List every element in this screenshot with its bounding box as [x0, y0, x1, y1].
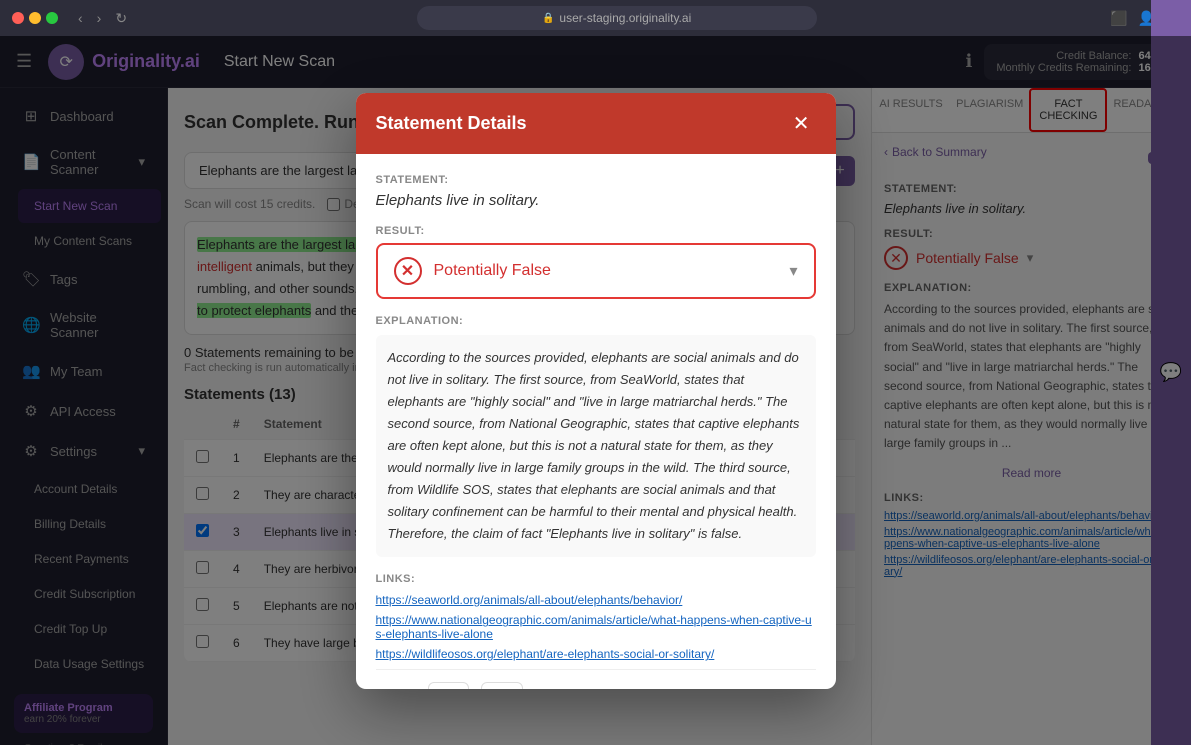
modal-header: Statement Details ✕ — [356, 93, 836, 154]
modal-overlay[interactable]: Statement Details ✕ STATEMENT: Elephants… — [0, 36, 1191, 745]
back-button[interactable]: ‹ — [74, 8, 87, 29]
statement-details-modal: Statement Details ✕ STATEMENT: Elephants… — [356, 93, 836, 689]
modal-links-label: LINKS: — [376, 573, 816, 585]
modal-false-icon: ✕ — [394, 257, 422, 285]
modal-title: Statement Details — [376, 113, 527, 134]
modal-explanation-label: EXPLANATION: — [376, 315, 816, 327]
browser-chrome: ‹ › ↻ 🔒 user-staging.originality.ai ⬛ 👤 … — [0, 0, 1191, 36]
modal-statement-text: Elephants live in solitary. — [376, 192, 816, 209]
modal-body: STATEMENT: Elephants live in solitary. R… — [356, 154, 836, 689]
modal-dropdown-button[interactable]: ▾ — [789, 261, 797, 281]
modal-close-button[interactable]: ✕ — [787, 109, 816, 138]
url-text: user-staging.originality.ai — [559, 11, 691, 25]
modal-statement-label: STATEMENT: — [376, 174, 816, 186]
minimize-dot[interactable] — [29, 12, 41, 24]
modal-explanation-text: According to the sources provided, eleph… — [376, 335, 816, 558]
extensions-button[interactable]: ⬛ — [1110, 10, 1127, 27]
modal-false-label: Potentially False — [434, 262, 778, 280]
window-controls — [12, 12, 58, 24]
maximize-dot[interactable] — [46, 12, 58, 24]
refresh-button[interactable]: ↻ — [111, 8, 131, 29]
thumbs-down-button[interactable]: 👎 — [481, 682, 523, 688]
modal-link-2[interactable]: https://www.nationalgeographic.com/anima… — [376, 613, 816, 641]
modal-feedback-section: 👍 👎 Does this result make sense? Let us … — [376, 669, 816, 688]
forward-button[interactable]: › — [93, 8, 106, 29]
close-dot[interactable] — [12, 12, 24, 24]
modal-result-label: RESULT: — [376, 225, 816, 237]
url-bar[interactable]: 🔒 user-staging.originality.ai — [417, 6, 817, 30]
modal-result-box: ✕ Potentially False ▾ — [376, 243, 816, 299]
browser-nav: ‹ › ↻ — [74, 8, 131, 29]
modal-link-1[interactable]: https://seaworld.org/animals/all-about/e… — [376, 593, 816, 607]
modal-link-3[interactable]: https://wildlifeosos.org/elephant/are-el… — [376, 647, 816, 661]
lock-icon: 🔒 — [542, 13, 554, 24]
thumbs-up-button[interactable]: 👍 — [428, 682, 470, 688]
